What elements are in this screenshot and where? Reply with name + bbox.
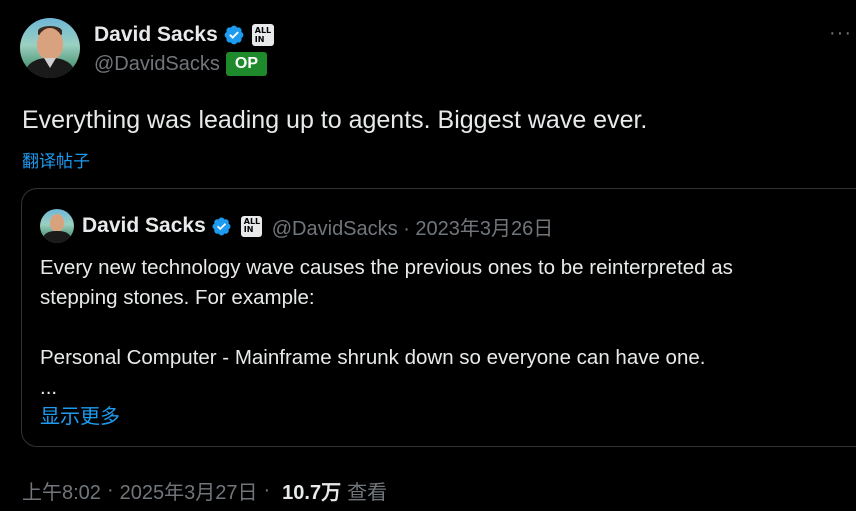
tweet-text: Everything was leading up to agents. Big… — [22, 106, 648, 134]
author-name[interactable]: David Sacks — [94, 23, 218, 47]
views-count[interactable]: 10.7万 — [282, 476, 341, 505]
quoted-line: Personal Computer - Mainframe shrunk dow… — [40, 346, 706, 369]
quoted-line: stepping stones. For example: — [40, 286, 315, 309]
post-date[interactable]: 2025年3月27日 — [120, 476, 258, 505]
quoted-tweet[interactable]: David Sacks ALL IN @DavidSacks · 2023年3月… — [21, 188, 856, 447]
quoted-tweet-header: David Sacks ALL IN @DavidSacks · 2023年3月… — [40, 209, 553, 243]
author-handle[interactable]: @DavidSacks — [94, 53, 220, 76]
author-identity: David Sacks ALL IN @DavidSacks OP — [94, 20, 274, 76]
post-time[interactable]: 上午8:02 — [22, 476, 101, 505]
op-badge: OP — [225, 52, 268, 76]
quoted-author-name: David Sacks — [82, 214, 206, 237]
verified-badge-icon[interactable] — [223, 24, 245, 46]
quoted-tweet-body: Every new technology wave causes the pre… — [40, 253, 840, 403]
all-in-badge-icon[interactable]: ALL IN — [251, 24, 274, 46]
more-options-icon[interactable]: ··· — [829, 22, 852, 45]
show-more-link[interactable]: 显示更多 — [40, 400, 120, 429]
verified-badge-icon — [212, 217, 231, 235]
all-in-badge-icon: ALL IN — [240, 215, 262, 237]
tweet-footer: 上午8:02 · 2025年3月27日 · 10.7万 查看 — [22, 476, 387, 505]
quoted-line: Every new technology wave causes the pre… — [40, 256, 733, 279]
quoted-handle-date: @DavidSacks · 2023年3月26日 — [271, 217, 554, 240]
quoted-author-avatar — [40, 209, 74, 243]
tweet-header: David Sacks ALL IN @DavidSacks OP — [20, 18, 274, 78]
translate-post-link[interactable]: 翻译帖子 — [22, 147, 90, 172]
views-label: 查看 — [347, 482, 388, 504]
author-avatar[interactable] — [20, 18, 80, 78]
quoted-line: ... — [40, 376, 58, 399]
